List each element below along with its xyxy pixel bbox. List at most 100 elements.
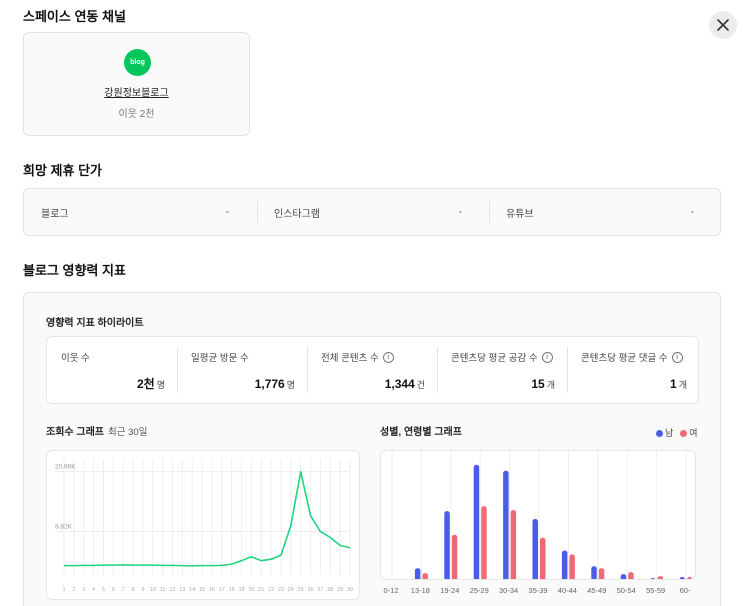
x-tick-label: 28 <box>327 587 333 593</box>
x-tick-label: 16 <box>209 587 215 593</box>
x-tick-label: 50-54 <box>616 586 636 595</box>
x-tick-label: 25 <box>298 587 304 593</box>
rate-label: 블로그 <box>41 208 69 220</box>
bar-female <box>687 577 693 579</box>
stat-label: 콘텐츠당 평균 댓글 수i <box>581 350 683 364</box>
info-icon[interactable]: i <box>382 351 394 363</box>
bar-male <box>444 511 450 579</box>
bar-female <box>569 554 575 579</box>
bar-female <box>540 537 546 579</box>
x-tick-label: 29 <box>337 587 343 593</box>
highlight-stats: 이웃 수 2천 명 일평균 방문 수 1,776 명 전체 콘텐츠 수i 1,344… <box>46 336 699 404</box>
bar-male <box>650 578 656 579</box>
divider <box>489 201 490 223</box>
gender-chart-legend: 남 여 <box>656 426 698 439</box>
gender-age-chart <box>380 450 696 580</box>
stat-label: 일평균 방문 수 <box>191 353 249 364</box>
views-chart-subtitle: 최근 30일 <box>107 427 148 438</box>
bar-male <box>620 574 627 579</box>
section-title-desired-rate: 희망 제휴 단가 <box>23 163 102 178</box>
bar-female <box>422 573 428 579</box>
bar-male <box>473 464 480 579</box>
rate-value: - <box>690 206 694 218</box>
channel-neighbor-count: 이웃 2천 <box>118 109 155 120</box>
bar-male <box>561 550 568 579</box>
close-icon <box>717 19 729 31</box>
stat-daily-visits: 일평균 방문 수 1,776 명 <box>177 337 307 403</box>
bar-male <box>679 577 685 579</box>
x-tick-label: 20 <box>248 587 254 593</box>
x-tick-label: 35-39 <box>528 586 548 595</box>
stat-value: 2천 명 <box>137 377 165 391</box>
x-tick-label: 7 <box>122 587 125 593</box>
rate-value: - <box>225 206 229 218</box>
bar-male <box>591 566 597 579</box>
stat-label: 콘텐츠당 평균 공감 수i <box>451 350 553 364</box>
x-tick-label: 45-49 <box>587 586 607 595</box>
blog-icon: blog <box>124 49 151 76</box>
x-tick-label: 55-59 <box>646 586 666 595</box>
gender-chart-title: 성별, 연령별 그래프 <box>380 427 462 438</box>
x-tick-label: 60- <box>679 586 691 595</box>
x-tick-label: 8 <box>132 587 135 593</box>
section-title-space-channels: 스페이스 연동 채널 <box>23 9 126 24</box>
rate-label: 유튜브 <box>506 208 534 220</box>
x-tick-label: 10 <box>150 587 156 593</box>
x-tick-label: 23 <box>278 587 284 593</box>
channel-name-link[interactable]: 강원정보블로그 <box>24 84 249 99</box>
x-tick-label: 2 <box>72 587 75 593</box>
x-tick-label: 19 <box>238 587 244 593</box>
section-title-influence: 블로그 영향력 지표 <box>23 263 126 278</box>
x-tick-label: 19-24 <box>440 586 460 595</box>
x-tick-label: 15 <box>199 587 205 593</box>
influence-panel: 영향력 지표 하이라이트 이웃 수 2천 명 일평균 방문 수 1,776 명 전체… <box>23 292 721 606</box>
stat-value: 15 개 <box>531 377 555 391</box>
views-chart: 8.82K 20.96K 1 2 3 4 5 6 7 8 9 10 11 12 13 14 15 16 17 18 19… <box>46 450 360 600</box>
stat-avg-comments: 콘텐츠당 평균 댓글 수i 1개 <box>567 337 699 403</box>
x-tick-label: 0-12 <box>383 586 399 595</box>
bar-male <box>503 470 509 579</box>
x-tick-label: 3 <box>82 587 85 593</box>
y-tick-label: 8.82K <box>55 523 73 530</box>
x-tick-label: 26 <box>307 587 313 593</box>
x-tick-label: 13-18 <box>410 586 430 595</box>
x-tick-label: 13 <box>179 587 185 593</box>
rate-blog: 블로그 - <box>41 189 241 235</box>
stat-label: 이웃 수 <box>61 353 90 364</box>
bar-male <box>414 568 421 579</box>
views-series-line <box>64 471 351 567</box>
channel-card: blog 강원정보블로그 이웃 2천 <box>23 32 250 136</box>
x-tick-label: 24 <box>288 587 294 593</box>
x-tick-label: 22 <box>268 587 274 593</box>
bar-female <box>481 506 487 579</box>
stat-avg-likes: 콘텐츠당 평균 공감 수i 15 개 <box>437 337 567 403</box>
rate-table: 블로그 - 인스타그램 - 유튜브 - <box>23 188 721 236</box>
x-tick-label: 30-34 <box>499 586 519 595</box>
rate-instagram: 인스타그램 - <box>274 189 474 235</box>
rate-value: - <box>458 206 462 218</box>
x-tick-label: 27 <box>317 587 323 593</box>
legend-female: 여 <box>680 426 698 439</box>
stat-value: 1,344 건 <box>384 377 425 391</box>
bar-female <box>451 534 458 579</box>
x-tick-label: 18 <box>229 587 235 593</box>
info-icon[interactable]: i <box>541 351 553 363</box>
x-tick-label: 1 <box>62 587 65 593</box>
info-icon[interactable]: i <box>671 351 683 363</box>
x-tick-label: 14 <box>189 587 195 593</box>
close-button[interactable] <box>709 11 737 39</box>
rate-youtube: 유튜브 - <box>506 189 706 235</box>
bar-female <box>598 568 605 579</box>
x-tick-label: 30 <box>347 587 353 593</box>
x-tick-label: 4 <box>92 587 95 593</box>
x-tick-label: 11 <box>160 587 166 593</box>
divider <box>257 201 258 223</box>
x-tick-label: 25-29 <box>469 586 489 595</box>
stat-total-contents: 전체 콘텐츠 수i 1,344 건 <box>307 337 437 403</box>
stat-value: 1,776 명 <box>254 377 295 391</box>
x-tick-label: 6 <box>112 587 115 593</box>
legend-male: 남 <box>656 426 673 439</box>
y-tick-label: 20.96K <box>55 464 76 471</box>
bar-female <box>510 510 517 579</box>
rate-label: 인스타그램 <box>274 208 320 220</box>
